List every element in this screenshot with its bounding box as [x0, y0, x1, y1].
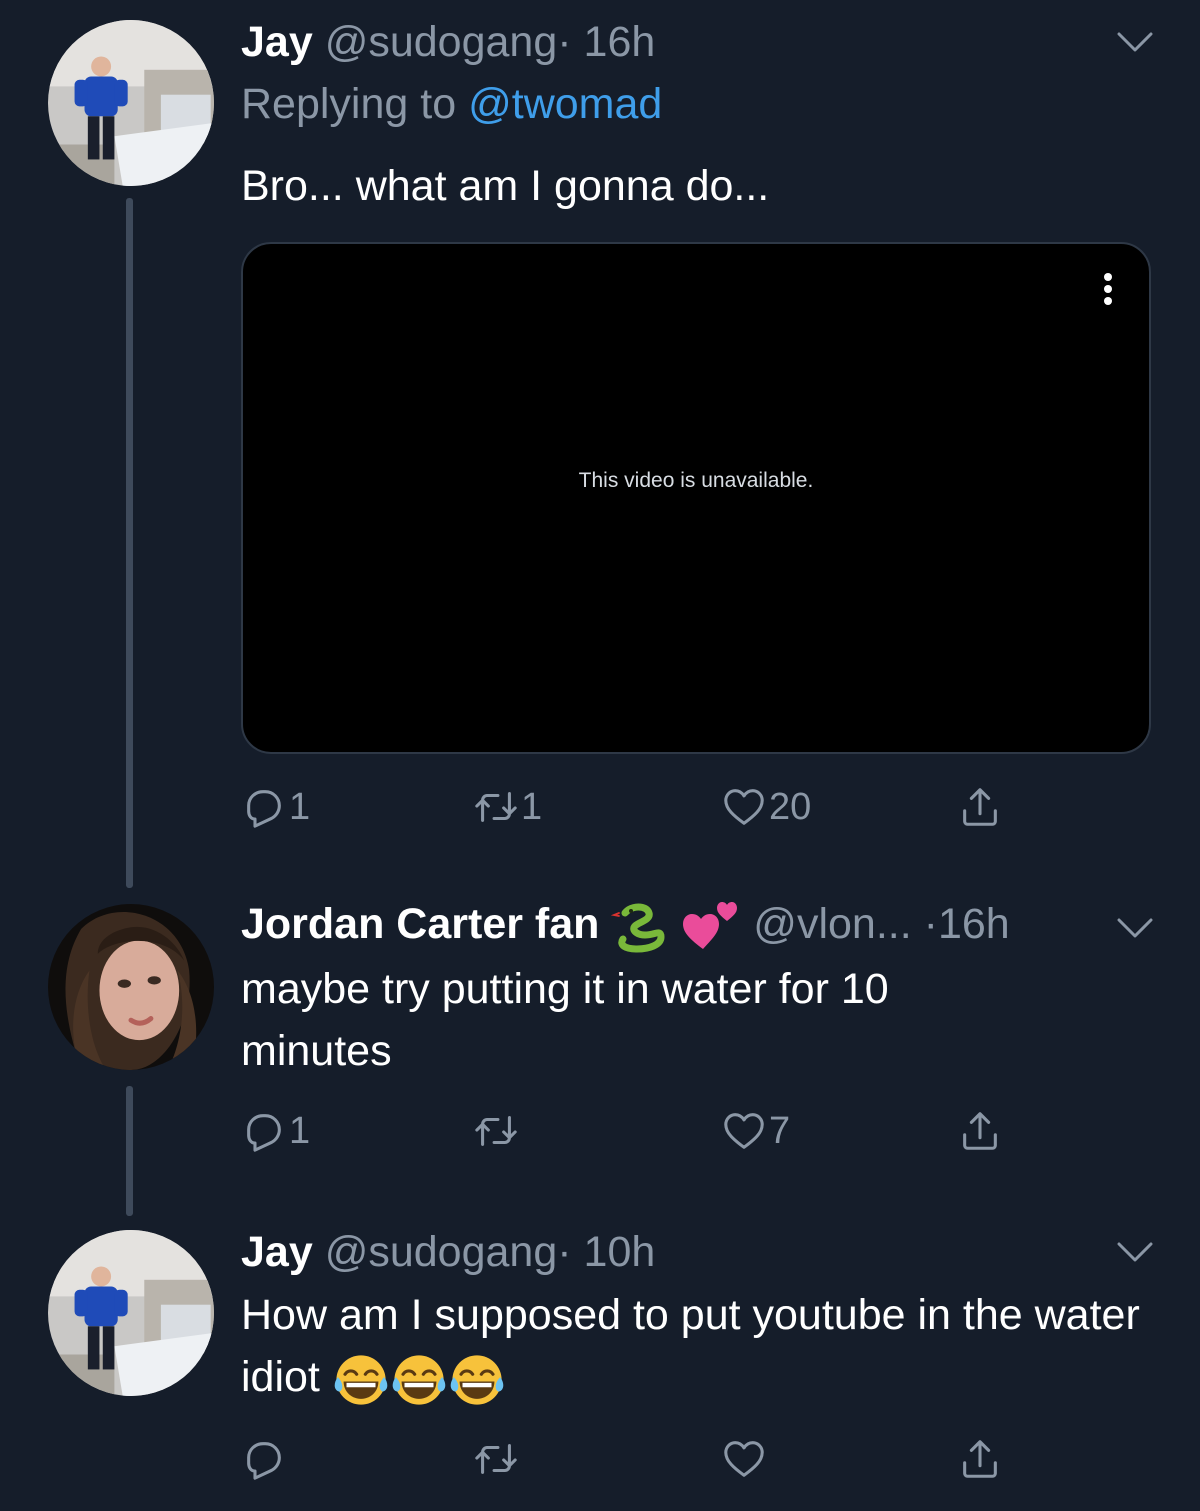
chevron-down-icon[interactable]	[1116, 30, 1154, 54]
retweet-button[interactable]: 1	[473, 782, 542, 832]
separator-dot: ·	[557, 1228, 572, 1276]
avatar-jay[interactable]	[48, 1230, 214, 1396]
retweet-button[interactable]	[473, 1106, 521, 1156]
laughing-tears-emoji	[448, 1351, 506, 1409]
separator-dot: ·	[923, 900, 938, 948]
share-icon	[957, 1108, 1003, 1154]
avatar-jordan-carter-fan[interactable]	[48, 904, 214, 1070]
retweet-icon	[473, 1436, 519, 1482]
snake-emoji	[611, 901, 669, 953]
reply-icon	[241, 784, 287, 830]
reply-button[interactable]	[241, 1434, 289, 1484]
share-icon	[957, 784, 1003, 830]
tweet-2[interactable]: Jordan Carter fan @vlon... ·16h maybe tr…	[0, 890, 1200, 1220]
user-handle[interactable]: @sudogang	[325, 1228, 558, 1276]
thread-line	[126, 198, 133, 888]
heart-icon	[721, 784, 767, 830]
reply-count: 1	[289, 1109, 311, 1152]
share-icon	[957, 1436, 1003, 1482]
laughing-tears-emoji	[390, 1351, 448, 1409]
chevron-down-icon[interactable]	[1116, 1240, 1154, 1264]
laughing-tears-emoji	[332, 1351, 390, 1409]
timestamp[interactable]: 10h	[584, 1228, 656, 1276]
video-player[interactable]: This video is unavailable.	[241, 242, 1151, 754]
retweet-icon	[473, 1108, 519, 1154]
reply-icon	[241, 1108, 287, 1154]
more-options-icon[interactable]	[1103, 272, 1113, 306]
replying-to: Replying to @twomad	[241, 78, 662, 130]
timestamp[interactable]: 16h	[938, 900, 1010, 948]
reply-button[interactable]: 1	[241, 782, 310, 832]
replying-prefix: Replying to	[241, 80, 457, 128]
user-handle[interactable]: @vlon...	[753, 900, 911, 948]
like-button[interactable]: 20	[721, 782, 811, 832]
reply-icon	[241, 1436, 287, 1482]
share-button[interactable]	[957, 1434, 1003, 1484]
retweet-button[interactable]	[473, 1434, 521, 1484]
share-button[interactable]	[957, 1106, 1003, 1156]
display-name[interactable]: Jordan Carter fan	[241, 900, 599, 948]
like-button[interactable]	[721, 1434, 769, 1484]
like-count: 7	[769, 1109, 791, 1152]
share-button[interactable]	[957, 782, 1003, 832]
tweet-actions	[241, 1434, 1041, 1484]
two-hearts-emoji	[681, 899, 741, 955]
chevron-down-icon[interactable]	[1116, 916, 1154, 940]
tweet-actions: 1 1 20	[241, 782, 1041, 832]
retweet-count: 1	[521, 785, 543, 828]
avatar-jay[interactable]	[48, 20, 214, 186]
heart-icon	[721, 1108, 767, 1154]
tweet-text: Bro... what am I gonna do...	[241, 162, 770, 210]
tweet-1[interactable]: Jay @sudogang· 16h Replying to @twomad B…	[0, 0, 1200, 888]
tweet-header: Jay @sudogang· 16h	[241, 16, 655, 68]
display-name[interactable]: Jay	[241, 1228, 313, 1276]
tweet-3[interactable]: Jay @sudogang· 10h How am I supposed to …	[0, 1222, 1200, 1511]
reply-button[interactable]: 1	[241, 1106, 310, 1156]
video-unavailable-message: This video is unavailable.	[578, 469, 814, 492]
thread-line	[126, 1086, 133, 1216]
user-handle[interactable]: @sudogang	[325, 18, 558, 66]
reply-count: 1	[289, 785, 311, 828]
tweet-header: Jordan Carter fan @vlon... ·16h	[241, 898, 1010, 955]
like-count: 20	[769, 785, 812, 828]
tweet-text: maybe try putting it in water for 10 min…	[241, 965, 889, 1075]
like-button[interactable]: 7	[721, 1106, 790, 1156]
timestamp[interactable]: 16h	[584, 18, 656, 66]
separator-dot: ·	[557, 18, 572, 66]
tweet-text: How am I supposed to put youtube in the …	[241, 1284, 1161, 1409]
tweet-actions: 1 7	[241, 1106, 1041, 1156]
heart-icon	[721, 1436, 767, 1482]
mention-link[interactable]: @twomad	[468, 80, 662, 128]
retweet-icon	[473, 784, 519, 830]
tweet-header: Jay @sudogang· 10h	[241, 1226, 655, 1278]
display-name[interactable]: Jay	[241, 18, 313, 66]
